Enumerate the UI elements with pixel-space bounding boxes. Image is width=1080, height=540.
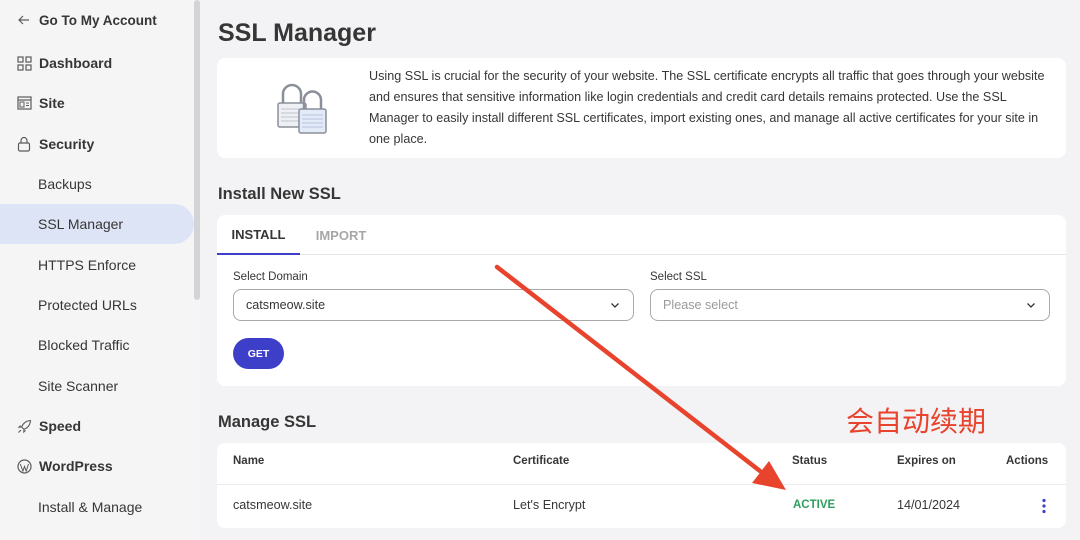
manage-ssl-table: Name Certificate Status Expires on Actio…: [217, 443, 1066, 528]
sidebar-scrollbar[interactable]: [194, 0, 200, 300]
padlocks-icon: [277, 83, 327, 134]
sidebar-item-wordpress[interactable]: WordPress: [0, 446, 194, 486]
select-ssl-placeholder: Please select: [663, 298, 738, 312]
arrow-left-icon: [16, 12, 32, 28]
sidebar-item-label: Site Scanner: [38, 378, 119, 394]
sidebar-item-ssl-manager[interactable]: SSL Manager: [0, 204, 194, 244]
sidebar-item-label: WordPress: [39, 458, 113, 474]
select-domain-dropdown[interactable]: catsmeow.site: [233, 289, 634, 321]
annotation-text: 会自动续期: [846, 405, 987, 438]
sidebar-item-security[interactable]: Security: [0, 124, 194, 164]
header-divider: [217, 484, 1066, 485]
sidebar-item-backups[interactable]: Backups: [0, 164, 194, 204]
column-header-expires: Expires on: [897, 455, 956, 467]
go-to-my-account-label: Go To My Account: [39, 12, 157, 28]
sidebar-item-label: Blocked Traffic: [38, 337, 130, 353]
select-domain-value: catsmeow.site: [246, 298, 326, 312]
sidebar-item-label: Install & Manage: [38, 499, 143, 515]
chevron-down-icon: [611, 303, 619, 308]
status-badge: ACTIVE: [793, 499, 836, 511]
manage-ssl-title: Manage SSL: [218, 413, 317, 431]
sidebar-item-label: Backups: [38, 176, 92, 192]
column-header-status: Status: [792, 455, 828, 467]
column-header-certificate: Certificate: [513, 455, 570, 467]
cell-name: catsmeow.site: [233, 498, 313, 512]
column-header-actions: Actions: [1006, 455, 1049, 467]
cell-expires: 14/01/2024: [897, 498, 961, 512]
grid-icon: [16, 55, 32, 71]
sidebar-item-blocked-traffic[interactable]: Blocked Traffic: [0, 325, 194, 365]
column-header-name: Name: [233, 455, 265, 467]
sidebar-item-label: Security: [39, 136, 95, 152]
sidebar-item-protected-urls[interactable]: Protected URLs: [0, 285, 194, 325]
sidebar-item-label: Protected URLs: [38, 297, 137, 313]
select-domain-label: Select Domain: [233, 271, 308, 283]
select-ssl-dropdown[interactable]: Please select: [650, 289, 1050, 321]
info-text: Using SSL is crucial for the security of…: [369, 69, 1045, 146]
install-ssl-title: Install New SSL: [218, 185, 341, 203]
select-ssl-label: Select SSL: [650, 271, 707, 283]
rocket-icon: [16, 418, 32, 434]
sidebar-item-site[interactable]: Site: [0, 83, 194, 123]
sidebar-item-dashboard[interactable]: Dashboard: [0, 43, 194, 83]
sidebar-item-label: SSL Manager: [38, 216, 124, 232]
chevron-down-icon: [1027, 303, 1035, 308]
go-to-my-account-link[interactable]: Go To My Account: [0, 0, 194, 40]
sidebar-item-label: Site: [39, 95, 65, 111]
more-actions-icon[interactable]: [1039, 498, 1049, 514]
sidebar-item-label: HTTPS Enforce: [38, 257, 137, 273]
sidebar-item-speed[interactable]: Speed: [0, 406, 194, 446]
sidebar-item-label: Speed: [39, 418, 82, 434]
install-tabs: INSTALL IMPORT: [217, 215, 1066, 255]
sidebar-item-https-enforce[interactable]: HTTPS Enforce: [0, 245, 194, 285]
sidebar-item-site-scanner[interactable]: Site Scanner: [0, 366, 194, 406]
sidebar-item-install-manage[interactable]: Install & Manage: [0, 487, 194, 527]
wordpress-icon: [16, 458, 32, 474]
tab-import[interactable]: IMPORT: [300, 215, 382, 255]
sidebar: Go To My Account Dashboard Site Security…: [0, 0, 200, 540]
site-icon: [16, 95, 32, 111]
tab-install[interactable]: INSTALL: [217, 215, 300, 255]
info-card: Using SSL is crucial for the security of…: [217, 58, 1066, 158]
install-ssl-card: INSTALL IMPORT Select Domain catsmeow.si…: [217, 215, 1066, 386]
get-button[interactable]: GET: [233, 338, 284, 369]
cell-certificate: Let's Encrypt: [513, 498, 586, 512]
sidebar-item-label: Dashboard: [39, 55, 113, 71]
page-title: SSL Manager: [218, 19, 376, 47]
lock-icon: [16, 136, 32, 152]
